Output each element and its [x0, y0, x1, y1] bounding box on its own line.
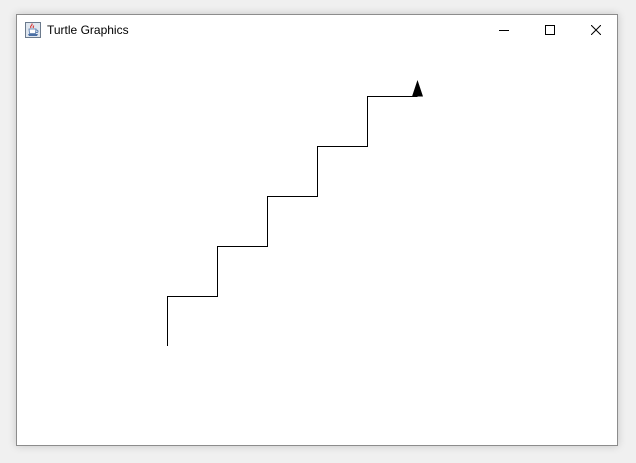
title-bar[interactable]: Turtle Graphics	[17, 15, 617, 45]
minimize-button[interactable]	[481, 15, 527, 45]
turtle-arrow-icon	[412, 80, 423, 97]
maximize-button[interactable]	[527, 15, 573, 45]
staircase-path	[167, 96, 418, 346]
window-title: Turtle Graphics	[47, 23, 129, 37]
close-button[interactable]	[573, 15, 617, 45]
close-icon	[591, 25, 601, 35]
turtle-graphics-window: Turtle Graphics	[16, 14, 618, 446]
turtle-canvas	[17, 45, 617, 445]
minimize-icon	[499, 30, 509, 31]
maximize-icon	[545, 25, 555, 35]
java-coffee-cup-icon	[25, 22, 41, 38]
